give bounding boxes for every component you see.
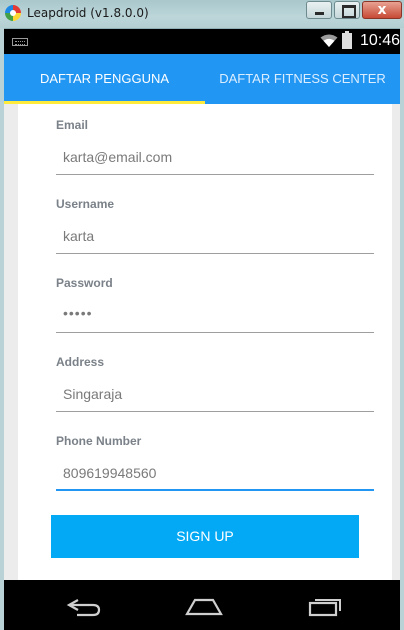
email-label: Email: [56, 118, 89, 132]
minimize-icon: [315, 12, 324, 15]
status-clock: 10:46: [360, 32, 401, 49]
username-field[interactable]: karta: [63, 228, 94, 244]
maximize-button[interactable]: [334, 1, 360, 19]
tab-label: DAFTAR PENGGUNA: [39, 71, 170, 86]
tab-daftar-pengguna[interactable]: DAFTAR PENGGUNA: [4, 54, 205, 104]
email-field[interactable]: karta@email.com: [63, 149, 172, 165]
recent-apps-icon[interactable]: [304, 595, 344, 617]
password-underline: [56, 332, 374, 333]
password-field[interactable]: •••••: [63, 305, 93, 321]
close-icon: x: [377, 2, 387, 18]
form-card: [18, 104, 392, 580]
address-label: Address: [56, 355, 105, 369]
window-frame-right: [400, 28, 404, 630]
address-field[interactable]: Singaraja: [63, 386, 122, 402]
wifi-icon: [320, 34, 338, 47]
window-title: Leapdroid (v1.8.0.0): [27, 6, 149, 20]
phone-number-underline: [56, 489, 374, 491]
tab-label: DAFTAR FITNESS CENTER: [219, 71, 386, 86]
back-icon[interactable]: [65, 595, 105, 617]
tab-bar: DAFTAR PENGGUNA DAFTAR FITNESS CENTER: [4, 54, 400, 104]
navigation-bar: [4, 580, 400, 630]
maximize-icon: [342, 5, 356, 18]
tab-daftar-fitness-center[interactable]: DAFTAR FITNESS CENTER: [205, 54, 400, 104]
password-label: Password: [56, 276, 113, 290]
close-button[interactable]: x: [362, 1, 402, 19]
phone-number-field[interactable]: 809619948560: [63, 465, 156, 481]
username-underline: [56, 253, 374, 254]
battery-charging-icon: [342, 31, 352, 49]
minimize-button[interactable]: [306, 1, 332, 19]
sign-up-button[interactable]: SIGN UP: [51, 515, 359, 558]
address-underline: [56, 411, 374, 412]
home-icon[interactable]: [184, 595, 224, 617]
status-bar: 10:46: [4, 29, 400, 54]
leapdroid-logo-icon: [5, 5, 21, 21]
email-underline: [56, 174, 374, 175]
window-title-bar: Leapdroid (v1.8.0.0) x: [0, 0, 404, 29]
phone-number-label: Phone Number: [56, 434, 142, 448]
username-label: Username: [56, 197, 115, 211]
keyboard-icon: [12, 38, 28, 46]
